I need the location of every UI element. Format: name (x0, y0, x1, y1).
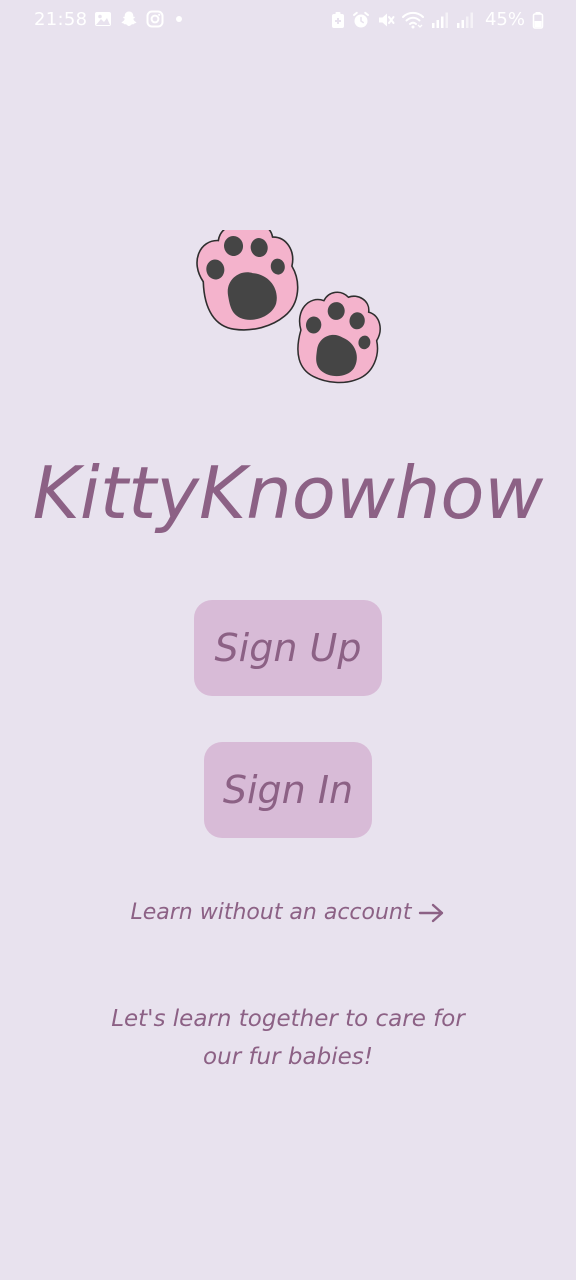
status-time: 21:58 (34, 9, 88, 30)
status-bar: 21:58 45% (0, 0, 576, 42)
status-left-icons (94, 10, 186, 28)
battery-saver-icon (331, 11, 345, 29)
tagline: Let's learn together to care for our fur… (0, 1000, 576, 1076)
dot-icon (172, 12, 186, 26)
sign-up-label: Sign Up (214, 626, 362, 670)
paw-small-icon (297, 291, 381, 384)
tagline-line-1: Let's learn together to care for (111, 1006, 465, 1032)
snapchat-icon (120, 10, 138, 28)
status-right-icons: 45% (331, 9, 544, 30)
alarm-icon (352, 11, 370, 29)
gallery-icon (94, 11, 112, 27)
wifi-icon (401, 11, 424, 29)
sign-up-button[interactable]: Sign Up (194, 600, 382, 696)
instagram-icon (146, 10, 164, 28)
paw-large-icon (196, 222, 299, 331)
signal-icon-2 (456, 11, 474, 29)
battery-icon (532, 11, 544, 29)
mute-icon (377, 11, 395, 29)
learn-without-account-link[interactable]: Learn without an account (0, 900, 576, 925)
learn-link-label: Learn without an account (130, 900, 412, 925)
battery-percentage: 45% (484, 9, 525, 30)
app-title: KittyKnowhow (32, 451, 544, 535)
sign-in-label: Sign In (222, 768, 354, 812)
signal-icon (431, 11, 449, 29)
paw-prints-icon (196, 222, 386, 390)
sign-in-button[interactable]: Sign In (204, 742, 372, 838)
tagline-line-2: our fur babies! (203, 1044, 373, 1070)
arrow-right-icon (418, 902, 446, 924)
